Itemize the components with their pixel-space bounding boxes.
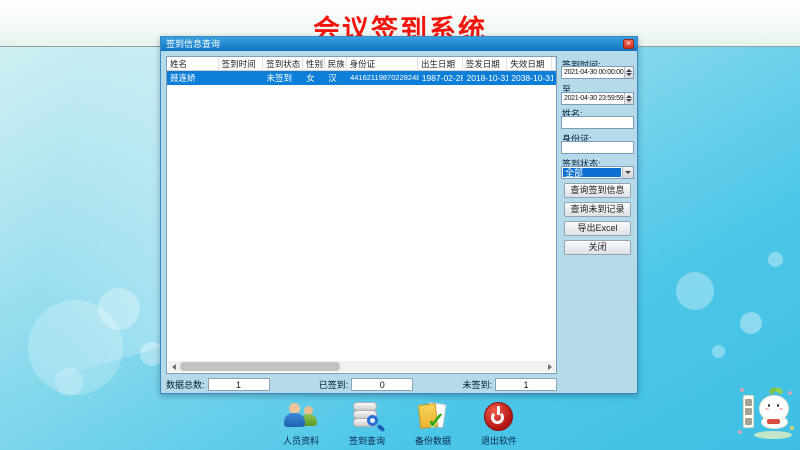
bubble-decoration: [98, 288, 140, 330]
screen: 会议签到系统 签到信息查询 × 姓名 签到时间 签到状态 性别 民族 身份证 出…: [0, 0, 800, 450]
close-dialog-button[interactable]: 关闭: [564, 240, 631, 255]
mascot: [738, 388, 794, 440]
column-header-id-card[interactable]: 身份证: [347, 57, 418, 71]
cell-expiry-date: 2038-10-31: [508, 71, 553, 85]
taskbar: 人员资料 签到查询 ✓ 备份数据 退出软件: [268, 402, 532, 447]
query-signin-info-button[interactable]: 查询签到信息: [564, 183, 631, 198]
taskbar-item-personnel[interactable]: 人员资料: [268, 402, 334, 447]
dialog-title: 签到信息查询: [166, 37, 220, 51]
column-header-issue-date[interactable]: 签发日期: [463, 57, 508, 71]
cell-birth-date: 1987-02-28: [419, 71, 464, 85]
total-count-value: 1: [208, 378, 270, 391]
filter-panel: 签到时间: 2021-04-30 00:00:00 至 2021-04-30 2…: [561, 51, 635, 391]
scrollbar-thumb[interactable]: [180, 362, 340, 371]
backup-check-icon: ✓: [415, 402, 451, 432]
scroll-left-arrow-icon[interactable]: [168, 361, 179, 372]
column-header-signin-status[interactable]: 签到状态: [263, 57, 303, 71]
chevron-down-icon[interactable]: [622, 167, 633, 178]
taskbar-label: 签到查询: [349, 434, 385, 447]
status-selected-value: 全部: [563, 168, 621, 177]
column-header-name[interactable]: 姓名: [167, 57, 219, 71]
taskbar-label: 人员资料: [283, 434, 319, 447]
unsigned-count-label: 未签到:: [462, 378, 492, 391]
query-absent-records-button[interactable]: 查询未到记录: [564, 202, 631, 217]
bubble-decoration: [55, 368, 83, 396]
export-excel-button[interactable]: 导出Excel: [564, 221, 631, 236]
column-header-extra: [552, 57, 556, 71]
signed-count-label: 已签到:: [319, 378, 349, 391]
bubble-decoration: [768, 252, 783, 267]
signin-query-dialog: 签到信息查询 × 姓名 签到时间 签到状态 性别 民族 身份证 出生日期 签发日…: [160, 36, 638, 394]
cell-gender: 女: [303, 71, 325, 85]
close-icon[interactable]: ×: [623, 39, 634, 49]
cell-extra: [553, 71, 556, 85]
cell-ethnicity: 汉: [325, 71, 347, 85]
column-header-expiry-date[interactable]: 失效日期: [507, 57, 552, 71]
people-icon: [283, 402, 319, 432]
taskbar-item-backup[interactable]: ✓ 备份数据: [400, 402, 466, 447]
spinner-icon[interactable]: [624, 67, 633, 78]
column-header-birth-date[interactable]: 出生日期: [418, 57, 463, 71]
time-from-picker[interactable]: 2021-04-30 00:00:00: [561, 66, 634, 79]
table-header: 姓名 签到时间 签到状态 性别 民族 身份证 出生日期 签发日期 失效日期: [167, 57, 556, 71]
taskbar-label: 备份数据: [415, 434, 451, 447]
cell-signin-time: [219, 71, 264, 85]
signed-count-value: 0: [351, 378, 413, 391]
table-row[interactable]: 聂连娇 未签到 女 汉 441621198702282481 1987-02-2…: [167, 71, 556, 85]
cell-issue-date: 2018-10-31: [463, 71, 508, 85]
taskbar-item-exit[interactable]: 退出软件: [466, 402, 532, 447]
name-input[interactable]: [561, 116, 634, 129]
taskbar-label: 退出软件: [481, 434, 517, 447]
scroll-right-arrow-icon[interactable]: [544, 361, 555, 372]
power-icon: [481, 402, 517, 432]
bubble-decoration: [740, 312, 762, 334]
column-header-gender[interactable]: 性别: [303, 57, 325, 71]
signin-table: 姓名 签到时间 签到状态 性别 民族 身份证 出生日期 签发日期 失效日期 聂连…: [166, 56, 557, 374]
status-bar: 数据总数: 1 已签到: 0 未签到: 1: [166, 377, 557, 391]
column-header-signin-time[interactable]: 签到时间: [219, 57, 264, 71]
bubble-decoration: [676, 272, 714, 310]
time-to-value: 2021-04-30 23:59:59: [564, 93, 623, 104]
unsigned-count-value: 1: [495, 378, 557, 391]
total-count-label: 数据总数:: [166, 378, 205, 391]
mascot-banner: [743, 395, 754, 428]
horizontal-scrollbar[interactable]: [168, 361, 555, 372]
cell-signin-status: 未签到: [264, 71, 304, 85]
bubble-decoration: [712, 345, 725, 358]
time-from-value: 2021-04-30 00:00:00: [564, 67, 623, 78]
dialog-titlebar[interactable]: 签到信息查询 ×: [161, 37, 637, 51]
column-header-ethnicity[interactable]: 民族: [325, 57, 347, 71]
taskbar-item-signin-query[interactable]: 签到查询: [334, 402, 400, 447]
spinner-icon[interactable]: [624, 93, 633, 104]
signin-status-select[interactable]: 全部: [561, 166, 634, 179]
cell-id-card: 441621198702282481: [347, 71, 419, 85]
time-to-picker[interactable]: 2021-04-30 23:59:59: [561, 92, 634, 105]
id-card-input[interactable]: [561, 141, 634, 154]
database-search-icon: [349, 402, 385, 432]
cell-name: 聂连娇: [167, 71, 219, 85]
